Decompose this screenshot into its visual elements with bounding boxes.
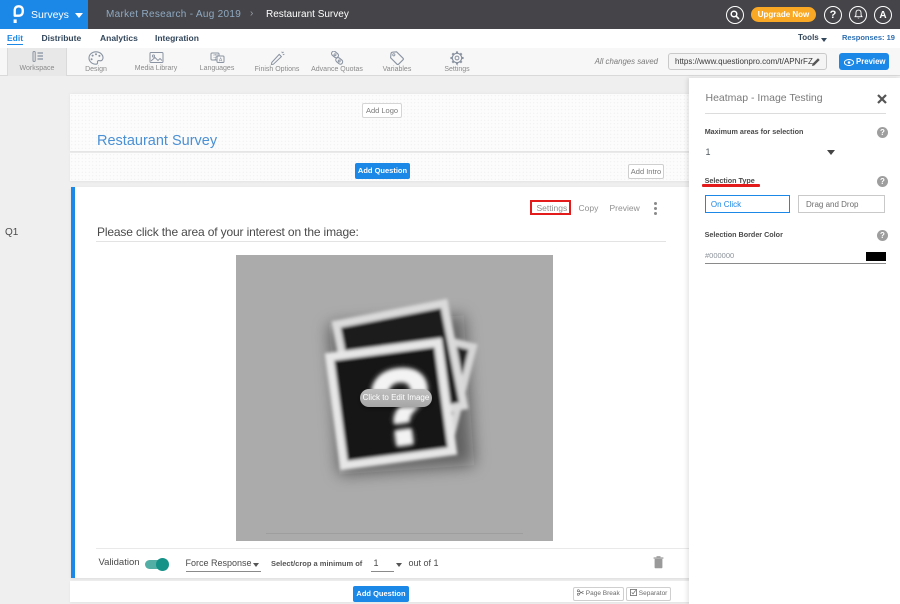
svg-text:A: A bbox=[218, 58, 222, 64]
